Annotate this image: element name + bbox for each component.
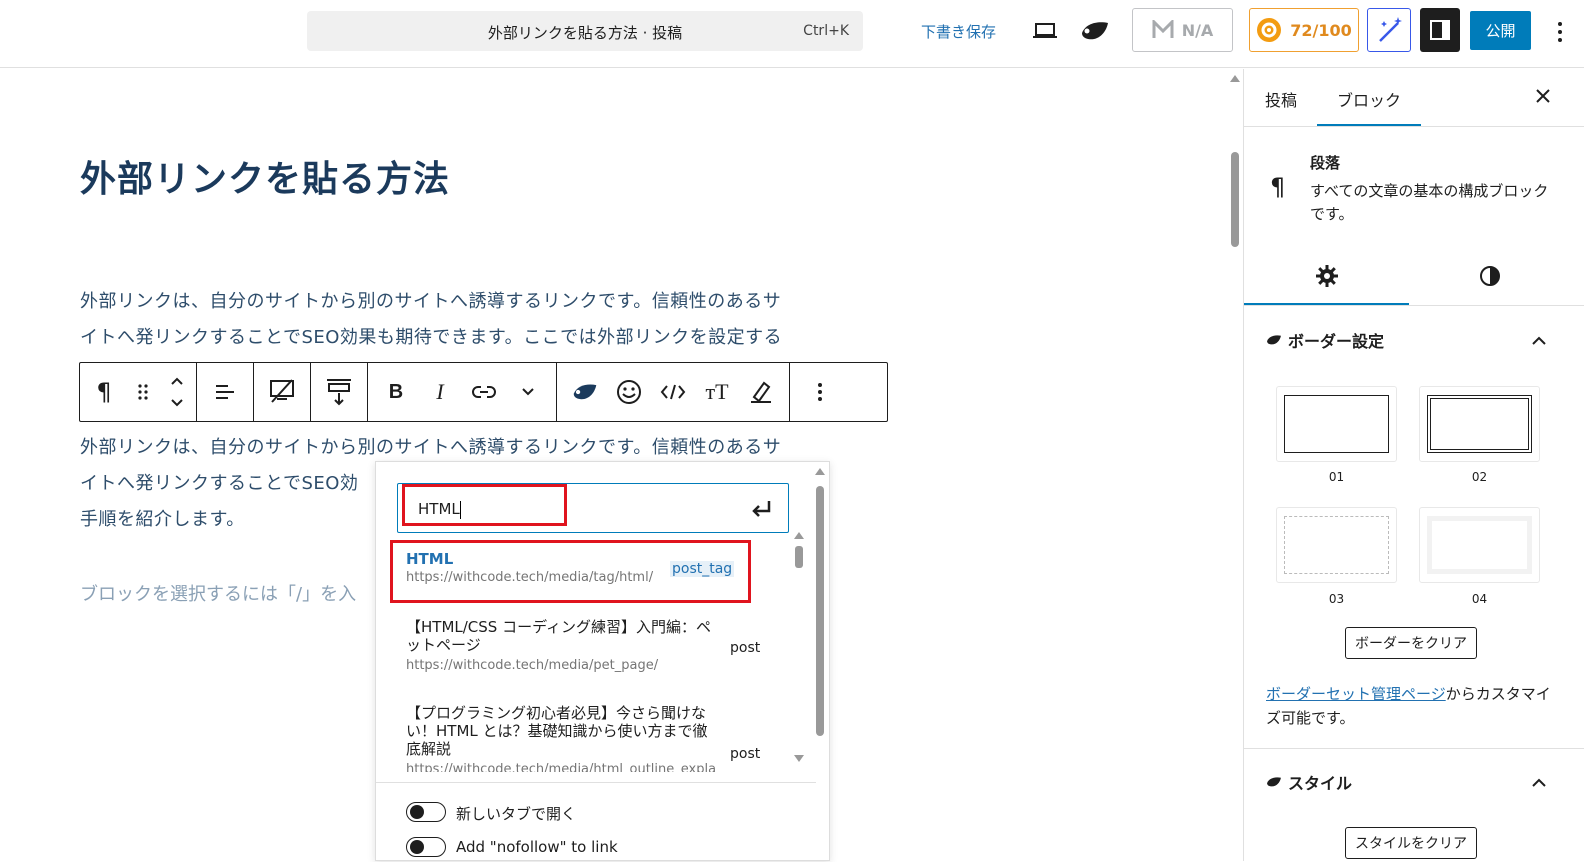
font-size-icon[interactable]: тТ bbox=[697, 372, 737, 412]
command-shortcut: Ctrl+K bbox=[803, 23, 849, 39]
block-toolbar: ¶ B I тТ bbox=[79, 362, 888, 422]
styles-contrast-icon[interactable] bbox=[1477, 263, 1503, 289]
border-swatch-label: 03 bbox=[1328, 592, 1345, 606]
submit-enter-icon[interactable] bbox=[749, 498, 775, 520]
border-swatch-label: 01 bbox=[1328, 470, 1345, 484]
paragraph-icon: ¶ bbox=[1270, 173, 1286, 201]
command-title: 外部リンクを貼る方法 · 投稿 bbox=[487, 24, 683, 42]
divider bbox=[1244, 305, 1584, 306]
suggestion-item[interactable]: 【プログラミング初心者必見】今さら聞けない！HTML とは？基礎知識から使い方ま… bbox=[406, 704, 736, 772]
nofollow-label: Add "nofollow" to link bbox=[456, 838, 618, 856]
suggestion-type: post bbox=[730, 640, 761, 656]
border-set-manage-link[interactable]: ボーダーセット管理ページ bbox=[1266, 685, 1446, 703]
border-set-note: ボーダーセット管理ページからカスタマイズ可能です。 bbox=[1266, 682, 1556, 730]
border-swatch-label: 04 bbox=[1471, 592, 1488, 606]
emoji-icon[interactable] bbox=[609, 372, 649, 412]
editor-scrollbar-thumb[interactable] bbox=[1231, 152, 1239, 247]
gear-icon bbox=[1257, 18, 1282, 42]
tab-post[interactable]: 投稿 bbox=[1265, 87, 1297, 111]
border-swatch-03[interactable] bbox=[1276, 507, 1397, 583]
paragraph-line: 外部リンクは、自分のサイトから別のサイトへ誘導するリンクです。信頼性のあるサ bbox=[80, 291, 782, 312]
drag-handle-icon[interactable] bbox=[128, 372, 158, 412]
more-options-icon[interactable] bbox=[1553, 18, 1567, 46]
move-up-down-icon[interactable] bbox=[162, 372, 192, 412]
chevron-up-icon[interactable] bbox=[1531, 331, 1547, 345]
style-section-header[interactable]: スタイル bbox=[1266, 770, 1352, 794]
divider bbox=[1244, 126, 1584, 127]
paragraph-block-1[interactable]: 外部リンクは、自分のサイトから別のサイトへ誘導するリンクです。信頼性のあるサ イ… bbox=[80, 284, 840, 356]
paragraph-block-icon[interactable]: ¶ bbox=[84, 372, 124, 412]
popover-divider bbox=[376, 782, 816, 783]
tab-block[interactable]: ブロック bbox=[1337, 87, 1401, 111]
seo-score-button[interactable]: 72/100 bbox=[1249, 8, 1359, 52]
suggestion-url: https://withcode.tech/media/html_outline… bbox=[406, 762, 716, 772]
new-tab-label: 新しいタブで開く bbox=[456, 805, 577, 823]
italic-icon[interactable]: I bbox=[420, 372, 460, 412]
seo-score-label: 72/100 bbox=[1290, 20, 1352, 40]
chevron-up-icon[interactable] bbox=[1531, 773, 1547, 787]
na-label: N/A bbox=[1181, 20, 1214, 40]
suggestion-type: post bbox=[730, 746, 761, 762]
paragraph-line: イトへ発リンクすることでSEO効果も期待できます。ここでは外部リンクを設定する bbox=[80, 327, 783, 348]
block-name: 段落 bbox=[1310, 154, 1341, 172]
align-icon[interactable] bbox=[205, 372, 245, 412]
border-swatch-01[interactable] bbox=[1276, 386, 1397, 462]
link-popover: HTML HTML https://withcode.tech/media/ta… bbox=[375, 461, 830, 861]
clear-border-button[interactable]: ボーダーをクリア bbox=[1345, 627, 1477, 659]
publish-button[interactable]: 公開 bbox=[1470, 11, 1531, 50]
divider bbox=[1244, 748, 1584, 749]
save-draft-button[interactable]: 下書き保存 bbox=[921, 21, 996, 42]
command-palette-button[interactable]: 外部リンクを貼る方法 · 投稿 Ctrl+K bbox=[307, 11, 863, 51]
border-swatch-04[interactable] bbox=[1419, 507, 1540, 583]
suggestion-title: 【HTML/CSS コーディング練習】入門編：ペットページ bbox=[406, 618, 712, 654]
swell-icon bbox=[1267, 777, 1281, 787]
block-description: すべての文章の基本の構成ブロックです。 bbox=[1310, 182, 1549, 223]
editor-scrollbar[interactable] bbox=[1228, 70, 1242, 861]
settings-sidebar-toggle[interactable] bbox=[1420, 8, 1460, 52]
swell-icon bbox=[1267, 335, 1281, 345]
settings-gear-icon[interactable] bbox=[1314, 263, 1340, 289]
m-logo-icon bbox=[1152, 20, 1174, 38]
border-settings-header[interactable]: ボーダー設定 bbox=[1266, 328, 1384, 352]
chevron-down-icon[interactable] bbox=[508, 372, 548, 412]
style-section-title: スタイル bbox=[1288, 774, 1353, 793]
border-section-title: ボーダー設定 bbox=[1288, 332, 1385, 351]
suggestion-title: 【プログラミング初心者必見】今さら聞けない！HTML とは？基礎知識から使い方ま… bbox=[406, 704, 708, 758]
highlight-box-input bbox=[402, 484, 567, 526]
clear-style-button[interactable]: スタイルをクリア bbox=[1345, 827, 1477, 859]
swell-format-icon[interactable] bbox=[565, 372, 605, 412]
editor-header: 外部リンクを貼る方法 · 投稿 Ctrl+K 下書き保存 N/A 72/100 … bbox=[0, 0, 1584, 68]
nofollow-toggle[interactable] bbox=[406, 837, 446, 857]
margin-spacing-icon[interactable] bbox=[319, 372, 359, 412]
border-swatch-02[interactable] bbox=[1419, 386, 1540, 462]
link-icon[interactable] bbox=[464, 372, 504, 412]
close-icon[interactable] bbox=[1534, 87, 1552, 105]
block-placeholder[interactable]: ブロックを選択するには「/」を入 bbox=[80, 580, 356, 606]
bold-icon[interactable]: B bbox=[376, 372, 416, 412]
sidebar-icon bbox=[1430, 20, 1450, 40]
preview-device-icon[interactable] bbox=[1030, 18, 1060, 44]
highlight-box-result bbox=[390, 540, 751, 603]
post-title[interactable]: 外部リンクを貼る方法 bbox=[80, 150, 450, 202]
popover-scrollbar[interactable] bbox=[813, 466, 827, 862]
new-tab-toggle[interactable] bbox=[406, 802, 446, 822]
na-indicator-button[interactable]: N/A bbox=[1132, 8, 1233, 52]
ai-magic-button[interactable] bbox=[1367, 8, 1411, 52]
device-visibility-icon[interactable] bbox=[262, 372, 302, 412]
highlighter-icon[interactable] bbox=[741, 372, 781, 412]
block-options-icon[interactable] bbox=[800, 372, 840, 412]
suggestion-item[interactable]: 【HTML/CSS コーディング練習】入門編：ペットページ https://wi… bbox=[406, 618, 736, 673]
code-icon[interactable] bbox=[653, 372, 693, 412]
suggestion-url: https://withcode.tech/media/pet_page/ bbox=[406, 658, 659, 673]
magic-wand-icon bbox=[1379, 17, 1402, 42]
swell-logo-icon[interactable] bbox=[1079, 17, 1111, 45]
border-swatch-label: 02 bbox=[1471, 470, 1488, 484]
settings-sidebar: 投稿 ブロック ¶ 段落 すべての文章の基本の構成ブロックです。 ボーダー設定 … bbox=[1243, 69, 1584, 861]
suggestions-scrollbar[interactable] bbox=[793, 532, 805, 772]
